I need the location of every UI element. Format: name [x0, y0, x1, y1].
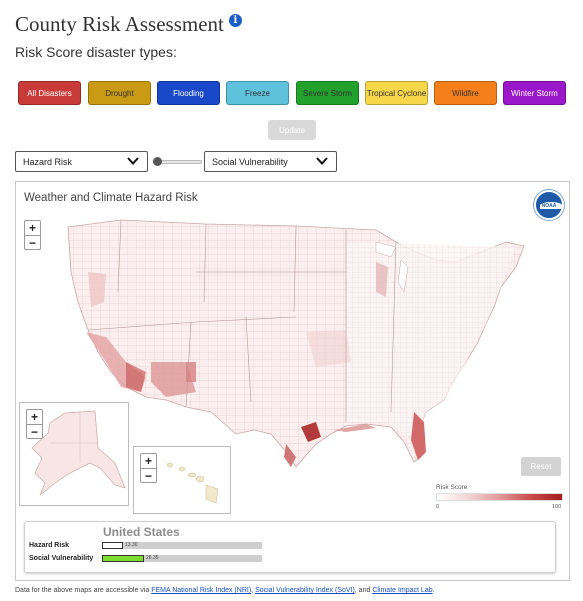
data-source-note: Data for the above maps are accessible v… — [15, 587, 435, 594]
disaster-button-severe-storm[interactable]: Severe Storm — [296, 81, 359, 105]
summary-title: United States — [103, 525, 180, 539]
main-map-zoom-control: + − — [24, 220, 41, 250]
disaster-button-all-disasters[interactable]: All Disasters — [18, 81, 81, 105]
legend-min: 0 — [436, 504, 440, 510]
title-row: County Risk Assessment i — [15, 12, 242, 37]
disaster-button-freeze[interactable]: Freeze — [226, 81, 289, 105]
summary-row-label: Social Vulnerability — [29, 555, 94, 562]
hazard-risk-fill — [102, 542, 123, 549]
right-metric-value: Social Vulnerability — [212, 156, 288, 167]
hazard-risk-value: 13.30 — [125, 542, 138, 548]
alaska-map[interactable] — [20, 403, 130, 507]
nri-link[interactable]: FEMA National Risk Index (NRI) — [151, 587, 251, 594]
info-icon[interactable]: i — [228, 14, 242, 27]
reset-button[interactable]: Reset — [521, 457, 561, 476]
summary-panel: United States Hazard Risk 13.30 Social V… — [24, 521, 556, 573]
left-metric-value: Hazard Risk — [23, 156, 73, 167]
social-vulnerability-fill — [102, 555, 144, 562]
map-panel: Weather and Climate Hazard Risk NOAA + − — [15, 181, 570, 581]
summary-row-label: Hazard Risk — [29, 542, 70, 549]
disaster-types-label: Risk Score disaster types: — [15, 44, 177, 60]
hazard-risk-bar: 13.30 — [102, 542, 262, 549]
hawaii-map[interactable] — [134, 447, 232, 515]
map-title: Weather and Climate Hazard Risk — [24, 192, 198, 204]
zoom-in-button[interactable]: + — [25, 221, 40, 235]
social-vulnerability-bar: 26.35 — [102, 555, 262, 562]
chevron-down-icon — [127, 157, 139, 165]
alaska-inset: + − — [19, 402, 129, 506]
page-title: County Risk Assessment — [15, 12, 224, 36]
bivariate-slider-handle[interactable] — [153, 157, 162, 166]
disaster-button-wildfire[interactable]: Wildfire — [434, 81, 497, 105]
disaster-button-flooding[interactable]: Flooding — [157, 81, 220, 105]
legend-gradient — [436, 493, 563, 501]
update-button[interactable]: Update — [268, 120, 316, 140]
zoom-out-button[interactable]: − — [25, 235, 40, 250]
chevron-down-icon — [316, 157, 328, 165]
hawaii-inset: + − — [133, 446, 231, 514]
climate-impact-lab-link[interactable]: Climate Impact Lab — [372, 587, 432, 594]
legend-title: Risk Score — [436, 484, 468, 491]
disaster-button-drought[interactable]: Drought — [88, 81, 151, 105]
right-metric-select[interactable]: Social Vulnerability — [204, 151, 337, 172]
disaster-button-tropical-cyclone[interactable]: Tropical Cyclone — [365, 81, 428, 105]
disaster-button-winter-storm[interactable]: Winter Storm — [503, 81, 566, 105]
left-metric-select[interactable]: Hazard Risk — [15, 151, 148, 172]
sovi-link[interactable]: Social Vulnerability Index (SoVI) — [255, 587, 355, 594]
social-vulnerability-value: 26.35 — [146, 555, 159, 561]
legend-max: 100 — [552, 504, 562, 510]
